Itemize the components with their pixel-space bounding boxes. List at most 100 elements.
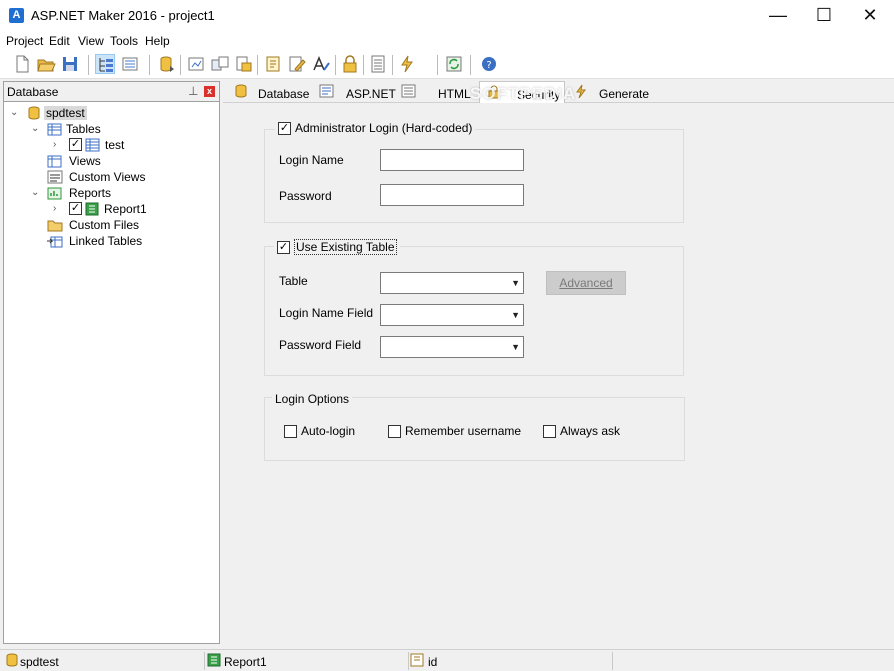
login-name-field-label: Login Name Field xyxy=(279,306,374,320)
export-icon[interactable] xyxy=(234,54,254,74)
new-icon[interactable] xyxy=(12,54,32,74)
use-existing-checkbox[interactable]: ✓ xyxy=(277,240,290,254)
tree-item-linked-tables[interactable]: Linked Tables xyxy=(4,233,219,249)
auto-login-label: Auto-login xyxy=(301,424,356,438)
database-tree: ⌄ spdtest ⌄ Tables › ✓ test Views Custom… xyxy=(4,103,219,643)
views-icon xyxy=(47,155,62,168)
remember-username-checkbox[interactable] xyxy=(388,424,401,438)
dropdown-arrow-icon: ▼ xyxy=(511,310,520,320)
status-report: Report1 xyxy=(207,652,407,670)
always-ask-checkbox[interactable] xyxy=(543,424,556,438)
toolbar: ? xyxy=(0,51,894,79)
toolbar-separator xyxy=(257,55,258,75)
tree-label-root: spdtest xyxy=(44,106,87,120)
open-icon[interactable] xyxy=(36,54,56,74)
tree-item-report1[interactable]: › ✓ Report1 xyxy=(4,201,219,217)
password-field-select[interactable]: ▼ xyxy=(380,336,524,358)
table-select[interactable]: ▼ xyxy=(380,272,524,294)
reports-icon xyxy=(47,187,62,200)
tree-item-reports[interactable]: ⌄ Reports xyxy=(4,185,219,201)
status-database: spdtest xyxy=(4,652,204,670)
tab-html[interactable]: HTML xyxy=(399,81,471,103)
tree-item-test-table[interactable]: › ✓ test xyxy=(4,137,219,153)
security-icon[interactable] xyxy=(340,54,360,74)
toolbar-separator xyxy=(335,55,336,75)
status-divider xyxy=(408,652,409,670)
softpedia-watermark: SOFTPEDIA xyxy=(470,84,577,103)
expand-arrow-icon[interactable]: › xyxy=(53,137,63,153)
menu-view[interactable]: View xyxy=(78,34,104,48)
tab-label: ASP.NET xyxy=(346,87,396,101)
tab-label: Database xyxy=(258,87,310,101)
connect-icon[interactable] xyxy=(186,54,206,74)
expand-arrow-icon[interactable]: › xyxy=(53,201,63,217)
maximize-button[interactable]: ☐ xyxy=(801,0,847,31)
help-icon[interactable]: ? xyxy=(479,54,499,74)
tree-item-custom-files[interactable]: Custom Files xyxy=(4,217,219,233)
fonts-icon[interactable] xyxy=(311,54,331,74)
pin-icon[interactable]: ⊥ xyxy=(188,85,200,98)
remember-username-option[interactable]: Remember username xyxy=(388,424,521,438)
database-icon xyxy=(6,653,18,667)
collapse-arrow-icon[interactable]: ⌄ xyxy=(31,121,41,137)
tree-view-icon[interactable] xyxy=(95,54,115,74)
tree-item-root[interactable]: ⌄ spdtest xyxy=(4,105,219,121)
close-panel-icon[interactable]: x xyxy=(204,86,215,97)
login-name-label: Login Name xyxy=(279,153,344,167)
tree-label-test: test xyxy=(105,138,125,152)
report1-checkbox[interactable]: ✓ xyxy=(69,202,82,215)
advanced-button[interactable]: Advanced xyxy=(546,271,626,295)
tree-label-tables: Tables xyxy=(66,122,101,136)
sql-icon xyxy=(47,170,63,184)
collapse-arrow-icon[interactable]: ⌄ xyxy=(31,185,41,201)
status-field-text: id xyxy=(428,655,438,669)
use-existing-label[interactable]: Use Existing Table xyxy=(294,239,397,255)
sync-icon[interactable] xyxy=(210,54,230,74)
password-input[interactable] xyxy=(380,184,524,206)
edit-icon[interactable] xyxy=(287,54,307,74)
refresh-icon[interactable] xyxy=(444,54,464,74)
toolbar-separator xyxy=(392,55,393,75)
settings-icon[interactable] xyxy=(263,54,283,74)
login-name-field-select[interactable]: ▼ xyxy=(380,304,524,326)
tree-label-custom-files: Custom Files xyxy=(69,218,140,232)
menu-tools[interactable]: Tools xyxy=(110,34,138,48)
list-view-icon[interactable] xyxy=(120,54,140,74)
dropdown-arrow-icon: ▼ xyxy=(511,342,520,352)
tab-label: Generate xyxy=(599,87,650,101)
remember-username-label: Remember username xyxy=(405,424,522,438)
dropdown-arrow-icon: ▼ xyxy=(511,278,520,288)
minimize-button[interactable]: — xyxy=(755,0,801,31)
collapse-arrow-icon[interactable]: ⌄ xyxy=(10,105,20,121)
auto-login-option[interactable]: Auto-login xyxy=(284,424,355,438)
login-name-input[interactable] xyxy=(380,149,524,171)
password-field-label: Password Field xyxy=(279,338,362,352)
tree-item-tables[interactable]: ⌄ Tables xyxy=(4,121,219,137)
svg-text:?: ? xyxy=(486,60,491,71)
generate-icon[interactable] xyxy=(397,54,417,74)
admin-login-legend: ✓ Administrator Login (Hard-coded) xyxy=(275,121,476,135)
always-ask-option[interactable]: Always ask xyxy=(543,424,620,438)
test-table-checkbox[interactable]: ✓ xyxy=(69,138,82,151)
template-icon[interactable] xyxy=(368,54,388,74)
admin-login-checkbox[interactable]: ✓ xyxy=(278,121,291,135)
menu-project[interactable]: Project xyxy=(6,34,43,48)
tab-generate[interactable]: Generate xyxy=(569,81,655,103)
auto-login-checkbox[interactable] xyxy=(284,424,297,438)
save-icon[interactable] xyxy=(60,54,80,74)
menu-help[interactable]: Help xyxy=(145,34,170,48)
aspnet-icon xyxy=(319,84,334,98)
status-report-text: Report1 xyxy=(224,655,267,669)
tree-item-views[interactable]: Views xyxy=(4,153,219,169)
password-label: Password xyxy=(279,189,332,203)
tab-database[interactable]: Database xyxy=(229,81,311,103)
tree-label-custom-views: Custom Views xyxy=(69,170,146,184)
admin-login-label[interactable]: Administrator Login (Hard-coded) xyxy=(295,121,472,135)
tree-label-report1: Report1 xyxy=(104,202,147,216)
menu-edit[interactable]: Edit xyxy=(49,34,70,48)
toolbar-separator xyxy=(88,55,89,75)
database-icon[interactable] xyxy=(157,54,177,74)
tree-item-custom-views[interactable]: Custom Views xyxy=(4,169,219,185)
close-button[interactable]: ✕ xyxy=(847,0,893,31)
tab-aspnet[interactable]: ASP.NET xyxy=(317,81,396,103)
